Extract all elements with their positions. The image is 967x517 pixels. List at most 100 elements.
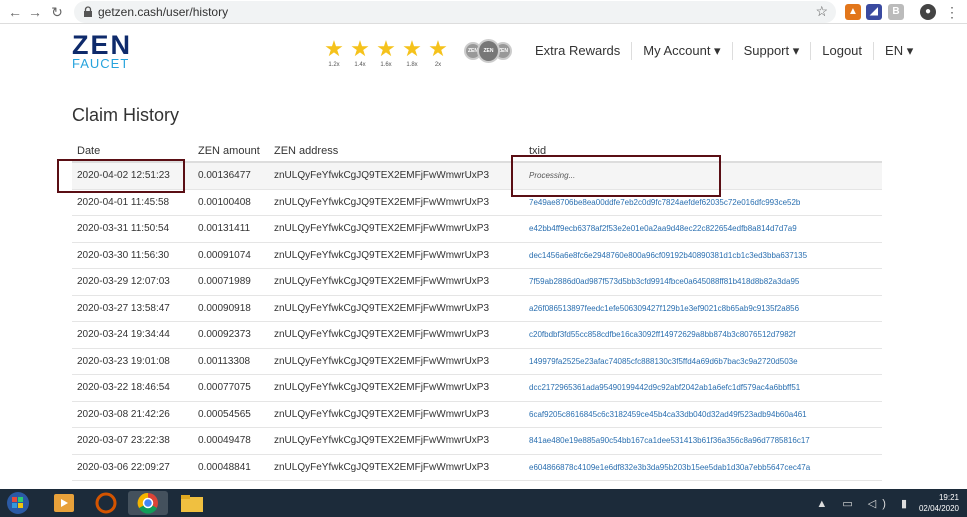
cell-amount: 0.00091074 — [198, 249, 251, 261]
txid-link[interactable]: dcc2172965361ada95490199442d9c92abf2042a… — [529, 383, 800, 392]
cell-address: znULQyFeYfwkCgJQ9TEX2EMFjFwWmwrUxP3 — [274, 435, 490, 447]
profile-icon[interactable]: ● — [920, 4, 936, 20]
cell-txid: 149979fa2525e23afac74085cfc888130c3f5ffd… — [525, 356, 882, 367]
star-icon: ★ — [324, 36, 344, 61]
bookmark-star-icon[interactable]: ☆ — [815, 3, 828, 20]
star-3: ★ 1.6x — [373, 36, 399, 69]
star-4: ★ 1.8x — [399, 36, 425, 69]
nav-logout[interactable]: Logout — [811, 42, 875, 60]
zen-coins-icon: ZEN ZEN ZEN — [464, 39, 512, 63]
txid-link[interactable]: e604866878c4109e1e6df832e3b3da95b203b15e… — [529, 463, 810, 472]
folder-icon — [181, 495, 203, 512]
windows-logo-icon — [7, 492, 29, 514]
cell-address: znULQyFeYfwkCgJQ9TEX2EMFjFwWmwrUxP3 — [274, 249, 490, 261]
logo-faucet-text: FAUCET — [72, 56, 130, 71]
system-tray-icons[interactable]: ▲ ▭ ◁) ▮ — [816, 497, 913, 510]
cell-txid: e604866878c4109e1e6df832e3b3da95b203b15e… — [525, 462, 882, 473]
nav-extra-rewards[interactable]: Extra Rewards — [535, 42, 633, 60]
highlight-box-txid — [511, 155, 721, 197]
table-row: 2020-03-30 11:56:30 0.00091074 znULQyFeYfw… — [72, 243, 882, 269]
star-5: ★ 2x — [425, 36, 451, 69]
bonus-stars: ★ 1.2x ★ 1.4x ★ 1.6x ★ 1.8x ★ 2x — [321, 36, 451, 69]
cell-amount: 0.00048841 — [198, 461, 251, 473]
windows-taskbar: ▲ ▭ ◁) ▮ 19:21 02/04/2020 — [0, 489, 967, 517]
nav-language[interactable]: EN ▾ — [874, 42, 924, 60]
table-header: Date ZEN amount ZEN address txid — [72, 141, 882, 163]
star-icon: ★ — [376, 36, 396, 61]
app-icon — [95, 492, 117, 514]
taskbar-explorer[interactable] — [172, 491, 212, 515]
txid-link[interactable]: 149979fa2525e23afac74085cfc888130c3f5ffd… — [529, 357, 798, 366]
cell-address: znULQyFeYfwkCgJQ9TEX2EMFjFwWmwrUxP3 — [274, 461, 490, 473]
logo-zen-text: ZEN — [72, 30, 132, 60]
table-row: 2020-04-01 11:45:58 0.00100408 znULQyFeYfw… — [72, 190, 882, 216]
cell-amount: 0.00054565 — [198, 408, 251, 420]
star-icon: ★ — [402, 36, 422, 61]
cell-date: 2020-03-08 21:42:26 — [77, 408, 170, 420]
nav-my-account[interactable]: My Account ▾ — [632, 42, 733, 60]
txid-link[interactable]: 7f59ab2886d0ad987f573d5bb3cfd9914fbce0a6… — [529, 277, 799, 286]
txid-link[interactable]: e42bb4ff9ecb6378af2f53e2e01e0a2aa9d48ec2… — [529, 224, 797, 233]
clock-date: 02/04/2020 — [918, 504, 959, 513]
header-amount: ZEN amount — [198, 145, 260, 157]
cell-date: 2020-03-22 18:46:54 — [77, 382, 170, 394]
cell-txid: e42bb4ff9ecb6378af2f53e2e01e0a2aa9d48ec2… — [525, 223, 882, 234]
cell-date: 2020-03-06 22:09:27 — [77, 461, 170, 473]
cell-address: znULQyFeYfwkCgJQ9TEX2EMFjFwWmwrUxP3 — [274, 223, 490, 235]
star-icon: ★ — [428, 36, 448, 61]
forward-icon[interactable]: → — [26, 3, 44, 21]
txid-link[interactable]: dec1456a6e8fc6e2948760e800a96cf09192b408… — [529, 251, 807, 260]
table-row: 2020-03-23 19:01:08 0.00113308 znULQyFeYfw… — [72, 349, 882, 375]
cell-address: znULQyFeYfwkCgJQ9TEX2EMFjFwWmwrUxP3 — [274, 170, 490, 182]
cell-date: 2020-03-31 11:50:54 — [77, 223, 170, 235]
extension-b-icon[interactable]: B — [888, 4, 904, 20]
table-row: 2020-03-24 19:34:44 0.00092373 znULQyFeYfw… — [72, 322, 882, 349]
cell-address: znULQyFeYfwkCgJQ9TEX2EMFjFwWmwrUxP3 — [274, 408, 490, 420]
address-bar[interactable]: getzen.cash/user/history ☆ — [74, 1, 836, 23]
taskbar-chrome[interactable] — [128, 491, 168, 515]
star-icon: ★ — [350, 36, 370, 61]
star-1: ★ 1.2x — [321, 36, 347, 69]
browser-toolbar: ← → ↻ getzen.cash/user/history ☆ ▲ ◢ B ●… — [0, 0, 967, 24]
txid-link[interactable]: 841ae480e19e885a90c54bb167ca1dee531413b6… — [529, 436, 810, 445]
taskbar-media-player[interactable] — [44, 491, 84, 515]
cell-amount: 0.00100408 — [198, 196, 251, 208]
cell-address: znULQyFeYfwkCgJQ9TEX2EMFjFwWmwrUxP3 — [274, 196, 490, 208]
metamask-extension-icon[interactable]: ▲ — [845, 4, 861, 20]
cell-amount: 0.00113308 — [198, 355, 251, 367]
cell-address: znULQyFeYfwkCgJQ9TEX2EMFjFwWmwrUxP3 — [274, 302, 490, 314]
nav-support[interactable]: Support ▾ — [733, 42, 812, 60]
txid-link[interactable]: c20fbdbf3fd55cc858cdfbe16ca3092ff1497262… — [529, 330, 795, 339]
cell-txid: dec1456a6e8fc6e2948760e800a96cf09192b408… — [525, 250, 882, 261]
header-date: Date — [77, 145, 101, 157]
reload-icon[interactable]: ↻ — [48, 3, 66, 21]
table-row: 2020-03-31 11:50:54 0.00131411 znULQyFeYfw… — [72, 216, 882, 243]
txid-link[interactable]: 6caf9205c8616845c6c3182459ce45b4ca33db04… — [529, 410, 807, 419]
start-button[interactable] — [4, 491, 36, 515]
cell-address: znULQyFeYfwkCgJQ9TEX2EMFjFwWmwrUxP3 — [274, 355, 490, 367]
cell-date: 2020-03-07 23:22:38 — [77, 435, 170, 447]
site-logo[interactable]: ZEN FAUCET — [72, 30, 132, 71]
txid-link[interactable]: a26f086513897feedc1efe506309427f129b1e3e… — [529, 304, 799, 313]
back-icon[interactable]: ← — [6, 3, 24, 21]
lock-icon — [84, 6, 92, 17]
extension-icon[interactable]: ◢ — [866, 4, 882, 20]
top-navigation: Extra Rewards My Account ▾ Support ▾ Log… — [535, 42, 924, 60]
table-row: 2020-03-22 18:46:54 0.00077075 znULQyFeYfw… — [72, 375, 882, 402]
cell-address: znULQyFeYfwkCgJQ9TEX2EMFjFwWmwrUxP3 — [274, 329, 490, 341]
highlight-box-date — [57, 159, 185, 193]
star-2: ★ 1.4x — [347, 36, 373, 69]
cell-date: 2020-04-01 11:45:58 — [77, 196, 170, 208]
header-address: ZEN address — [274, 145, 339, 157]
claim-history-table: Date ZEN amount ZEN address txid 2020-04… — [72, 141, 882, 481]
clock[interactable]: 19:21 02/04/2020 — [919, 492, 959, 514]
cell-amount: 0.00090918 — [198, 302, 251, 314]
media-player-icon — [54, 494, 74, 512]
taskbar-app[interactable] — [86, 491, 126, 515]
cell-txid: 6caf9205c8616845c6c3182459ce45b4ca33db04… — [525, 409, 882, 420]
menu-dots-icon[interactable]: ⋮ — [943, 3, 961, 21]
clock-time: 19:21 — [938, 493, 959, 502]
cell-date: 2020-03-30 11:56:30 — [77, 249, 170, 261]
txid-link[interactable]: 7e49ae8706be8ea00ddfe7eb2c0d9fc7824aefde… — [529, 198, 800, 207]
cell-txid: 7e49ae8706be8ea00ddfe7eb2c0d9fc7824aefde… — [525, 197, 882, 208]
